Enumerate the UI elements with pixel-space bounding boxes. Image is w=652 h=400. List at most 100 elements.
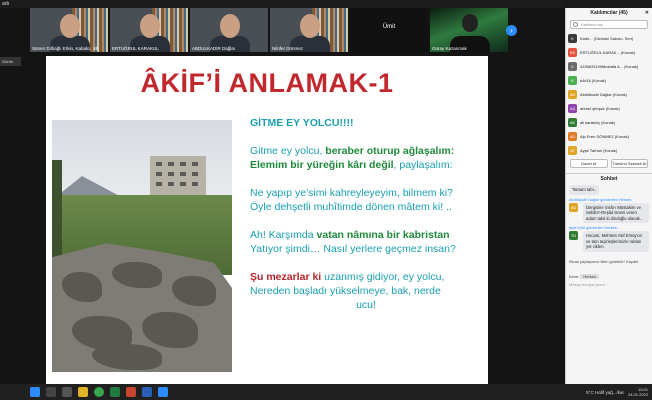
participant-item[interactable]: 4 4335831199Mustafa A... (Konak) bbox=[568, 59, 650, 73]
video-tile[interactable]: ABDULKADİR Dağlar bbox=[190, 8, 268, 52]
poem-heading: GİTME EY YOLCU!!!! bbox=[250, 117, 354, 129]
chat-message: AD Dergisine Sırât-ı Müstakim ve Sebilü'r… bbox=[569, 202, 649, 223]
poem-text: GİTME EY YOLCU!!!! Gitme ey yolcu, berab… bbox=[250, 116, 482, 312]
poem-line: ucu! bbox=[250, 298, 482, 312]
participant-name: Alp Eren DÖNMEZ (Konak) bbox=[580, 133, 629, 139]
poem-segment: Ah! Karşımda bbox=[250, 229, 317, 241]
task-view-icon[interactable] bbox=[62, 387, 72, 397]
participants-header: Katılımcılar (45) ✕ bbox=[566, 8, 652, 18]
poem-line: Elemim bir yüreğin kârı değil, paylaşalı… bbox=[250, 158, 482, 172]
video-tile[interactable]: ERTUĞRUL KARAKUL bbox=[110, 8, 188, 52]
participant-name: Ayşe Tarhan (Konak) bbox=[580, 147, 618, 153]
chat-title: Sohbet bbox=[566, 173, 652, 183]
chat-input[interactable]: Mesajı buraya yazın... bbox=[566, 279, 652, 290]
chat-bubble: Hocam, Mehmet Akif Ersoy'un ve tam taçir… bbox=[583, 231, 649, 252]
search-icon[interactable] bbox=[46, 387, 56, 397]
avatar: AD bbox=[568, 89, 577, 99]
screen-share-note: Ekran paylaşımını bilen görebilir? Kayde… bbox=[569, 259, 639, 264]
side-panel: Katılımcılar (45) ✕ Katılımcı bul K Kadir… bbox=[565, 8, 652, 384]
video-strip: Sümer Dilbağlı Erkin, Kabalcı, Sb ERTUĞRU… bbox=[30, 8, 508, 52]
participant-item[interactable]: K Kadir... (Olcinski Sabolu, Sen) bbox=[568, 31, 650, 45]
recipient-select[interactable]: Herkes bbox=[580, 273, 600, 279]
avatar: AD bbox=[569, 202, 578, 212]
video-tile-name: Sümer Dilbağlı Erkin, Kabalcı, Sb bbox=[32, 46, 99, 51]
poem-segment: ucu! bbox=[356, 299, 376, 311]
poem-segment: beraber oturup ağlaşalım: bbox=[325, 145, 455, 157]
poem-segment: Yatıyor şimdi… Nasıl yerlere geçmez insa… bbox=[250, 243, 456, 255]
participant-item[interactable]: AK ali karakılıç (Konak) bbox=[568, 115, 650, 129]
shared-slide: ÂKİF’İ ANLAMAK-1 GİTME EY YOLCU!!!! Gitm… bbox=[46, 56, 488, 384]
poem-segment: Ne yapıp ye’simi kahreyleyeyim, bilmem k… bbox=[250, 187, 453, 199]
poem-segment: Öyle dehşetli muhîtimde dönen mâtem ki! … bbox=[250, 201, 452, 213]
video-tile-name: Güray Kazanmak bbox=[432, 46, 467, 51]
poem-segment: uzanmış gidiyor, ey yolcu, bbox=[321, 271, 445, 283]
poem-line bbox=[250, 214, 482, 228]
participant-item[interactable]: Kk4d16 (Konak) bbox=[568, 73, 650, 87]
avatar: AK bbox=[568, 117, 577, 127]
chat-bubble: Dergisine Sırât-ı Müstakim ve Sebilü'r-R… bbox=[583, 202, 649, 223]
poem-line: Öyle dehşetli muhîtimde dönen mâtem ki! … bbox=[250, 200, 482, 214]
participant-item[interactable]: EK ERTUĞRUL KARAK... (Konak) bbox=[568, 45, 650, 59]
chat-sender: Abdülkadir Dağlar gönderilen Herkes: bbox=[569, 197, 633, 202]
powerpoint-icon[interactable] bbox=[126, 387, 136, 397]
window-title: arb bbox=[0, 0, 565, 8]
poem-segment: , paylaşalım: bbox=[393, 159, 453, 171]
video-tile[interactable]: Nilüfer Dönmez bbox=[270, 8, 348, 52]
poem-segment: ki bbox=[312, 271, 322, 283]
zoom-icon[interactable] bbox=[158, 387, 168, 397]
next-page-button[interactable]: › bbox=[506, 25, 517, 36]
participant-item[interactable]: AD Abdülkadir Dağlar (Konak) bbox=[568, 87, 650, 101]
view-label[interactable]: Görün bbox=[0, 57, 21, 66]
video-tile-name: ERTUĞRUL KARAKUL bbox=[112, 46, 159, 51]
participant-name: ali karakılıç (Konak) bbox=[580, 119, 616, 125]
avatar: K bbox=[568, 33, 577, 43]
participant-name: 4335831199Mustafa A... (Konak) bbox=[580, 63, 639, 69]
chat-message: Tamam tabi.. bbox=[569, 185, 649, 195]
excel-icon[interactable] bbox=[110, 387, 120, 397]
video-tile-name: ABDULKADİR Dağlar bbox=[192, 46, 236, 51]
invite-button[interactable]: Davet et bbox=[570, 159, 608, 168]
poem-segment: vatan nâmına bir kabristan bbox=[316, 229, 450, 241]
avatar: EK bbox=[568, 47, 577, 57]
participant-item[interactable]: AŞ ahmet şimşek (Konak) bbox=[568, 101, 650, 115]
participant-name: ERTUĞRUL KARAK... (Konak) bbox=[580, 49, 635, 55]
poem-line: Gitme ey yolcu, beraber oturup ağlaşalım… bbox=[250, 144, 482, 158]
taskbar: 5°C Hafif yağ.../kar 10:01 24.01.2022 bbox=[0, 384, 652, 400]
slide-title: ÂKİF’İ ANLAMAK-1 bbox=[140, 68, 394, 98]
clock[interactable]: 10:01 24.01.2022 bbox=[628, 387, 648, 397]
participant-name: Kadir... (Olcinski Sabolu, Sen) bbox=[580, 35, 634, 41]
video-tile-center-name: Ümit bbox=[382, 24, 396, 30]
poem-line: Nereden başladı yükselmeye, bak, nerde bbox=[250, 284, 482, 298]
close-icon[interactable]: ✕ bbox=[645, 8, 649, 18]
slide-photo bbox=[52, 120, 232, 372]
poem-line: Ah! Karşımda vatan nâmına bir kabristan bbox=[250, 228, 482, 242]
mute-all-button[interactable]: Tümünü Sessize Al bbox=[610, 159, 648, 168]
participant-item[interactable]: AD Alp Eren DÖNMEZ (Konak) bbox=[568, 129, 650, 143]
participants-title: Katılımcılar (45) bbox=[590, 10, 628, 16]
participant-name: k4d16 (Konak) bbox=[580, 77, 607, 83]
file-explorer-icon[interactable] bbox=[78, 387, 88, 397]
app-window: arb Sümer Dilbağlı Erkin, Kabalcı, Sb ERT… bbox=[0, 0, 652, 400]
weather-status[interactable]: 5°C Hafif yağ.../kar bbox=[586, 390, 624, 395]
video-tile[interactable]: Ümit bbox=[350, 8, 428, 52]
poem-segment: Şu mezarlar bbox=[250, 271, 313, 283]
start-icon[interactable] bbox=[30, 387, 40, 397]
poem-line bbox=[250, 256, 482, 270]
video-tile[interactable]: Güray Kazanmak bbox=[430, 8, 508, 52]
word-icon[interactable] bbox=[142, 387, 152, 397]
avatar: 4 bbox=[568, 61, 577, 71]
participant-search-input[interactable]: Katılımcı bul bbox=[570, 20, 648, 29]
poem-segment: Elemim bir yüreğin kârı değil bbox=[250, 159, 394, 171]
building-image bbox=[150, 156, 206, 196]
avatar: AŞ bbox=[568, 103, 577, 113]
search-icon bbox=[573, 22, 578, 27]
poem-line: Yatıyor şimdi… Nasıl yerlere geçmez insa… bbox=[250, 242, 482, 256]
browser-icon[interactable] bbox=[94, 387, 104, 397]
poem-line: Ne yapıp ye’simi kahreyleyeyim, bilmem k… bbox=[250, 186, 482, 200]
participant-item[interactable]: AT Ayşe Tarhan (Konak) bbox=[568, 143, 650, 157]
participant-list: K Kadir... (Olcinski Sabolu, Sen) EK ERTUĞR… bbox=[566, 31, 652, 157]
system-tray: 5°C Hafif yağ.../kar 10:01 24.01.2022 bbox=[586, 384, 648, 400]
poem-line bbox=[250, 172, 482, 186]
video-tile[interactable]: Sümer Dilbağlı Erkin, Kabalcı, Sb bbox=[30, 8, 108, 52]
video-tile-name: Nilüfer Dönmez bbox=[272, 46, 304, 51]
